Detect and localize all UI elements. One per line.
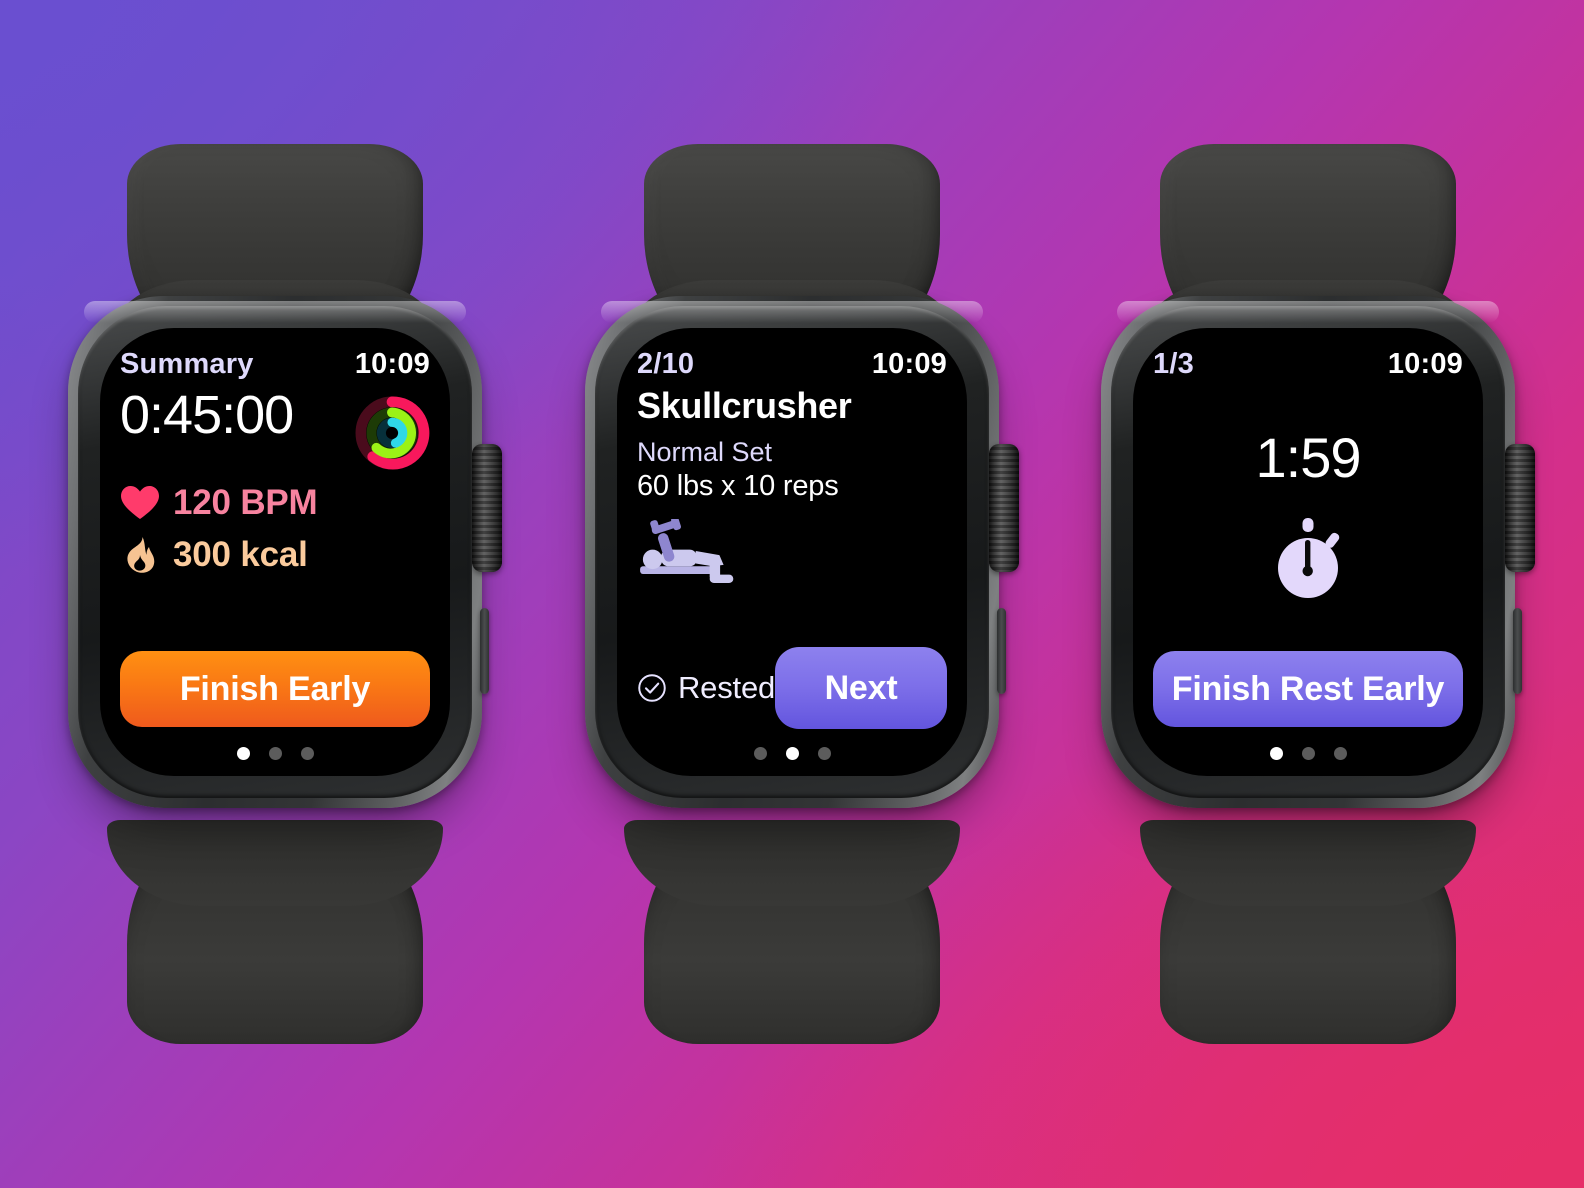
page-indicator[interactable] [1153,733,1463,776]
rest-timer-value: 1:59 [1255,425,1362,489]
page-indicator[interactable] [120,733,430,776]
heart-icon [121,486,159,519]
rest-body: 1:59 [1153,375,1463,651]
digital-crown[interactable] [989,444,1019,572]
watch-showcase: Summary 10:09 0:45:00 120 BPM 300 kcal F… [0,0,1584,1188]
page-indicator[interactable] [637,733,947,776]
watch-case: Summary 10:09 0:45:00 120 BPM 300 kcal F… [68,296,502,808]
status-bar: 2/10 10:09 [637,348,947,381]
page-dot[interactable] [268,747,282,760]
page-dot[interactable] [1269,747,1283,760]
check-circle-icon [638,674,666,702]
side-button[interactable] [997,608,1006,694]
page-dot[interactable] [1301,747,1315,760]
side-button[interactable] [1513,608,1522,694]
side-button[interactable] [480,608,489,694]
heart-rate-value: 120 BPM [173,483,318,522]
page-dot[interactable] [785,747,799,760]
metric-calories: 300 kcal [120,535,430,575]
page-dot[interactable] [817,747,831,760]
status-bar: Summary 10:09 [120,348,430,381]
finish-rest-early-button[interactable]: Finish Rest Early [1153,651,1463,727]
screen-title: Summary [120,348,254,380]
summary-header-row: 0:45:00 [120,387,430,471]
clock-time: 10:09 [871,348,947,380]
watch-band-bottom [624,820,960,1044]
activity-rings-icon [355,396,430,470]
rested-status: Rested [637,670,775,706]
page-dot[interactable] [300,747,314,760]
watch-case-inner: 1/3 10:09 1:59 Finish Rest Early [1111,306,1505,798]
page-dot[interactable] [1333,747,1347,760]
apple-watch-summary: Summary 10:09 0:45:00 120 BPM 300 kcal F… [55,144,502,1044]
summary-action-row: Finish Early [120,651,430,733]
set-detail-label: 60 lbs x 10 reps [637,470,839,502]
apple-watch-exercise: 2/10 10:09 Skullcrusher Normal Set 60 lb… [572,144,1019,1044]
watch-band-bottom [107,820,443,1044]
watch-screen-summary: Summary 10:09 0:45:00 120 BPM 300 kcal F… [100,328,450,776]
watch-case-inner: Summary 10:09 0:45:00 120 BPM 300 kcal F… [78,306,472,798]
rested-label: Rested [678,670,776,705]
exercise-action-row: Rested Next [637,647,947,733]
finish-early-button[interactable]: Finish Early [120,651,430,727]
watch-case: 2/10 10:09 Skullcrusher Normal Set 60 lb… [585,296,1019,808]
set-type-label: Normal Set [637,437,773,467]
skullcrusher-figure-icon [640,519,734,583]
clock-time: 10:09 [354,348,430,380]
watch-band-bottom [1140,820,1476,1044]
flame-icon [127,537,155,573]
watch-case: 1/3 10:09 1:59 Finish Rest Early [1101,296,1535,808]
apple-watch-rest: 1/3 10:09 1:59 Finish Rest Early [1088,144,1535,1044]
calories-value: 300 kcal [173,535,308,574]
metric-heart-rate: 120 BPM [120,483,430,523]
watch-case-inner: 2/10 10:09 Skullcrusher Normal Set 60 lb… [595,306,989,798]
stopwatch-icon [1278,517,1340,598]
digital-crown[interactable] [472,444,502,572]
next-button[interactable]: Next [775,647,947,729]
page-dot[interactable] [753,747,767,760]
workout-duration: 0:45:00 [120,385,294,445]
watch-screen-exercise: 2/10 10:09 Skullcrusher Normal Set 60 lb… [617,328,967,776]
digital-crown[interactable] [1505,444,1535,572]
watch-screen-rest: 1/3 10:09 1:59 Finish Rest Early [1133,328,1483,776]
exercise-progress: 2/10 [637,348,695,380]
rest-action-row: Finish Rest Early [1153,651,1463,733]
exercise-name: Skullcrusher [637,385,852,426]
page-dot[interactable] [236,747,250,760]
